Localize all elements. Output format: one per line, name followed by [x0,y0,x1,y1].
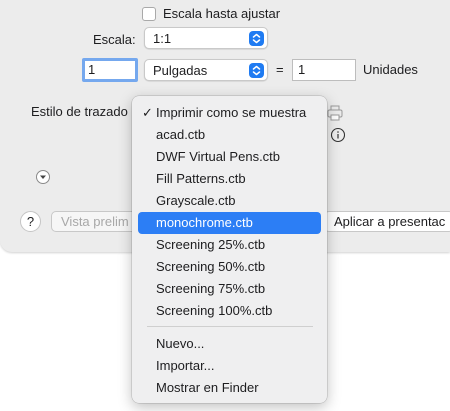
menu-item-label: Screening 50%.ctb [156,259,266,274]
unit-popup[interactable]: Pulgadas [144,59,268,81]
plot-style-label: Estilo de trazado [31,104,128,119]
menu-item-label: Imprimir como se muestra [156,105,307,120]
menu-item-screening-50[interactable]: Screening 50%.ctb [138,256,321,278]
disclosure-icon[interactable] [35,169,51,188]
inches-value: 1 [88,62,96,77]
menu-item-label: Importar... [156,358,215,373]
menu-item-label: DWF Virtual Pens.ctb [156,149,281,164]
help-button[interactable]: ? [20,211,41,232]
menu-item-label: acad.ctb [156,127,206,142]
printer-icon[interactable] [325,104,345,125]
menu-item-label: Screening 25%.ctb [156,237,266,252]
menu-item-acad[interactable]: acad.ctb [138,124,321,146]
menu-item-dwf-virtual-pens[interactable]: DWF Virtual Pens.ctb [138,146,321,168]
menu-item-monochrome[interactable]: monochrome.ctb [138,212,321,234]
unit-value: Pulgadas [153,63,208,78]
menu-item-import[interactable]: Importar... [138,355,321,377]
menu-item-print-as-shown[interactable]: ✓ Imprimir como se muestra [138,102,321,124]
apply-to-layout-button[interactable]: Aplicar a presentac [324,211,450,232]
equals-sign: = [276,62,284,77]
menu-item-label: Fill Patterns.ctb [156,171,246,186]
menu-item-grayscale[interactable]: Grayscale.ctb [138,190,321,212]
menu-item-label: Nuevo... [156,336,205,351]
scale-value: 1:1 [153,31,172,46]
menu-item-label: monochrome.ctb [156,215,253,230]
units-field[interactable]: 1 [292,59,356,81]
menu-item-label: Mostrar en Finder [156,380,259,395]
menu-item-label: Grayscale.ctb [156,193,236,208]
menu-item-screening-25[interactable]: Screening 25%.ctb [138,234,321,256]
scale-to-fit-checkbox[interactable] [142,7,156,21]
preview-button[interactable]: Vista prelim [51,211,141,232]
units-value: 1 [298,62,306,77]
info-icon[interactable] [328,127,348,146]
menu-item-screening-75[interactable]: Screening 75%.ctb [138,278,321,300]
plot-style-menu: ✓ Imprimir como se muestra acad.ctb DWF … [132,96,327,403]
stepper-icon [249,31,264,46]
scale-to-fit-label: Escala hasta ajustar [163,6,281,21]
menu-separator [147,326,313,327]
units-label: Unidades [363,62,418,77]
menu-item-new[interactable]: Nuevo... [138,333,321,355]
menu-item-screening-100[interactable]: Screening 100%.ctb [138,300,321,322]
menu-item-fill-patterns[interactable]: Fill Patterns.ctb [138,168,321,190]
inches-field[interactable]: 1 [82,58,138,82]
menu-item-show-in-finder[interactable]: Mostrar en Finder [138,377,321,399]
checkmark-icon: ✓ [142,105,153,120]
scale-label: Escala: [93,32,136,47]
stepper-icon [249,63,264,78]
menu-item-label: Screening 75%.ctb [156,281,266,296]
scale-popup[interactable]: 1:1 [144,27,268,49]
menu-item-label: Screening 100%.ctb [156,303,273,318]
